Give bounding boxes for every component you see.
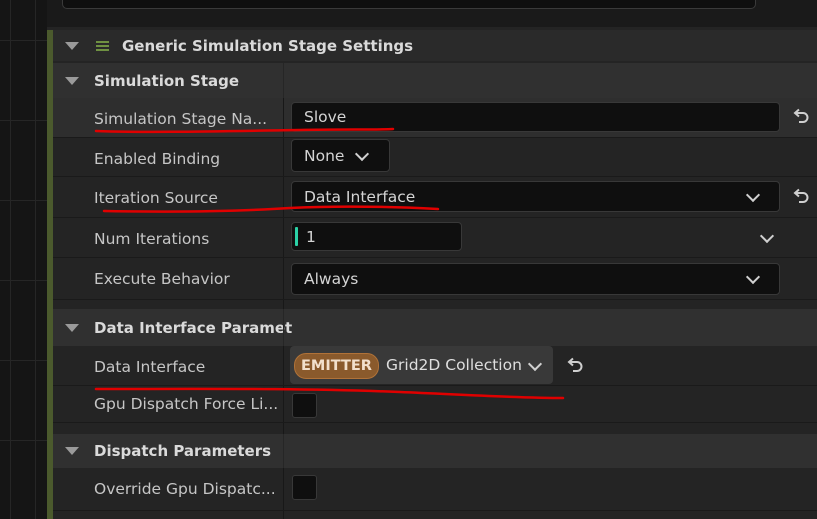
grid-line [0,200,47,201]
row-separator [53,299,817,300]
row-enabled-binding: Enabled Binding [53,138,817,179]
section-header-simulation-stage[interactable]: Simulation Stage [53,63,817,98]
value-accent-icon [295,227,298,246]
gpu-dispatch-force-checkbox[interactable] [292,393,317,418]
row-separator [53,385,817,386]
chevron-down-icon [745,187,761,203]
execute-behavior-dropdown[interactable]: Always [291,263,780,295]
property-label: Enabled Binding [94,149,221,168]
row-separator [53,217,817,218]
data-interface-dropdown[interactable]: EMITTER Grid2D Collection [290,346,553,384]
column-divider [283,468,284,519]
row-separator [53,137,817,138]
section-title: Generic Simulation Stage Settings [122,36,414,55]
reset-arrow-icon[interactable] [791,187,811,207]
iteration-source-value: Data Interface [304,187,416,206]
row-separator [53,510,817,511]
chevron-down-icon [527,356,543,372]
reset-arrow-icon[interactable] [791,107,811,127]
property-label: Execute Behavior [94,269,230,288]
stage-name-value: Slove [304,108,347,126]
row-separator [53,176,817,177]
collapse-arrow-icon[interactable] [65,447,79,455]
column-divider [283,309,284,346]
property-label: Iteration Source [94,188,218,207]
execute-behavior-value: Always [304,270,359,288]
property-label: Num Iterations [94,229,210,248]
collapse-arrow-icon[interactable] [65,76,79,85]
override-gpu-dispatch-checkbox[interactable] [292,475,317,500]
column-divider [283,98,284,309]
reset-arrow-icon[interactable] [565,356,585,376]
section-title: Data Interface Paramet [94,318,293,337]
hamburger-icon [96,39,109,53]
graph-canvas-edge [0,0,47,519]
top-toolbar-area [47,0,817,27]
chevron-down-icon [745,269,761,285]
row-gpu-dispatch-force: Gpu Dispatch Force Li... [53,386,817,422]
section-header-dispatch-params[interactable]: Dispatch Parameters [53,434,817,468]
top-search-field[interactable] [62,0,756,9]
row-separator [53,422,817,423]
grid-line [35,0,36,519]
data-interface-value: Grid2D Collection [386,356,522,374]
grid-line [0,40,47,41]
enabled-binding-value: None [304,146,345,165]
grid-line [0,120,47,121]
grid-line [10,0,11,519]
column-divider [283,434,284,468]
column-divider [283,63,284,98]
section-title: Simulation Stage [94,71,240,90]
iteration-source-dropdown[interactable]: Data Interface [291,181,780,212]
property-label: Override Gpu Dispatc... [94,479,276,498]
row-separator [53,257,817,258]
grid-line [0,360,47,361]
property-label: Data Interface [94,357,206,376]
collapse-arrow-icon[interactable] [65,41,79,50]
row-override-gpu-dispatch: Override Gpu Dispatc... [53,468,817,509]
stage-name-input[interactable]: Slove [291,102,780,132]
section-title: Dispatch Parameters [94,442,272,460]
section-header-generic[interactable]: Generic Simulation Stage Settings [53,30,817,61]
column-divider [283,346,284,434]
chevron-down-icon [354,146,370,162]
property-label: Simulation Stage Na... [94,109,268,128]
num-iterations-value: 1 [306,227,316,246]
emitter-badge: EMITTER [294,353,379,379]
property-label: Gpu Dispatch Force Li... [94,395,279,413]
grid-line [0,280,47,281]
enabled-binding-dropdown[interactable]: None [291,139,390,172]
grid-line [0,440,47,441]
collapse-arrow-icon[interactable] [65,323,79,332]
section-header-data-interface-params[interactable]: Data Interface Paramet [53,309,817,346]
num-iterations-input[interactable]: 1 [291,222,462,251]
